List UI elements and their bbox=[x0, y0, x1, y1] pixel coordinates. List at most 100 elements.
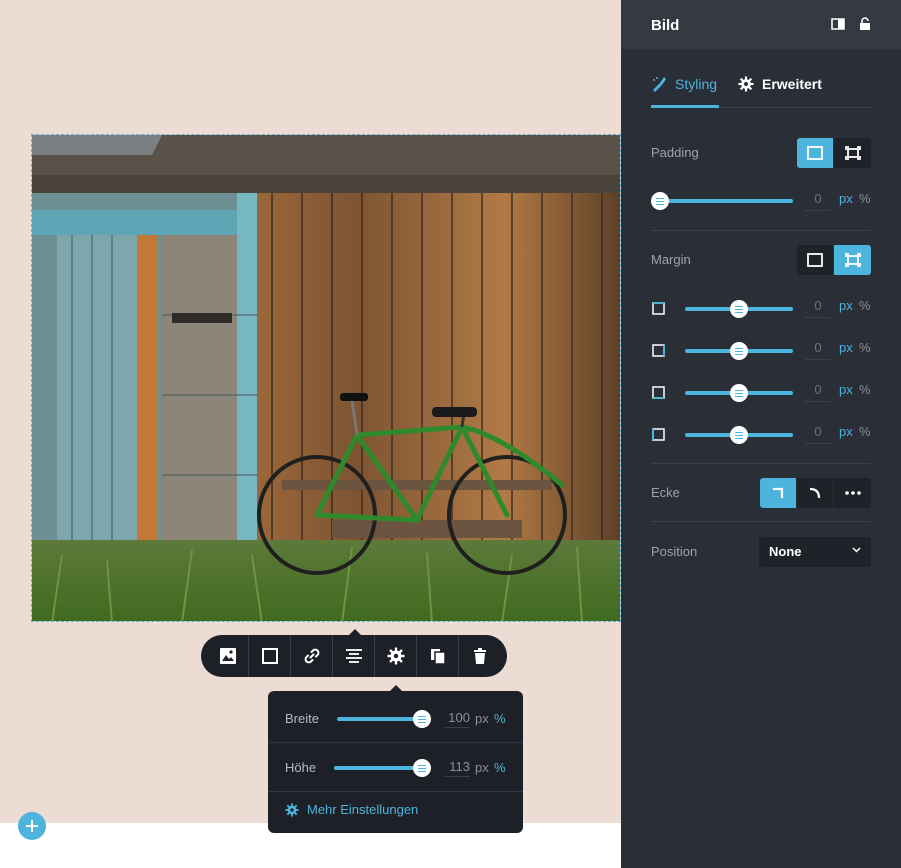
height-unit-percent[interactable]: % bbox=[494, 760, 506, 775]
margin-bottom-unit-percent[interactable]: % bbox=[859, 382, 871, 397]
box-sides-icon bbox=[844, 253, 861, 267]
plus-icon bbox=[26, 820, 38, 832]
link-button[interactable] bbox=[291, 635, 333, 677]
width-label: Breite bbox=[285, 711, 319, 726]
panel-header: Bild bbox=[621, 0, 901, 49]
box-sides-icon bbox=[844, 146, 861, 160]
height-slider[interactable] bbox=[334, 766, 424, 770]
margin-left-unit-percent[interactable]: % bbox=[859, 424, 871, 439]
margin-top-unit-px[interactable]: px bbox=[839, 298, 853, 313]
margin-bottom-unit-px[interactable]: px bbox=[839, 382, 853, 397]
height-unit-px[interactable]: px bbox=[475, 760, 489, 775]
selected-image[interactable] bbox=[31, 134, 621, 622]
gear-icon bbox=[738, 76, 754, 92]
margin-bottom-value[interactable]: 0 bbox=[805, 382, 831, 402]
tab-advanced[interactable]: Erweitert bbox=[738, 76, 822, 108]
tab-styling-label: Styling bbox=[675, 76, 718, 92]
link-icon bbox=[304, 648, 319, 664]
trash-icon bbox=[474, 648, 486, 664]
border-icon bbox=[261, 648, 278, 664]
margin-top-value[interactable]: 0 bbox=[805, 298, 831, 318]
padding-unit-percent[interactable]: % bbox=[859, 191, 871, 206]
margin-right-slider-handle[interactable] bbox=[730, 342, 748, 360]
position-selected-value: None bbox=[769, 544, 802, 559]
margin-label: Margin bbox=[651, 252, 691, 267]
divider bbox=[651, 521, 871, 522]
width-slider-handle[interactable] bbox=[413, 710, 431, 728]
position-label: Position bbox=[651, 544, 698, 559]
margin-right-value[interactable]: 0 bbox=[805, 340, 831, 360]
padding-value[interactable]: 0 bbox=[805, 191, 831, 211]
padding-slider-handle[interactable] bbox=[651, 192, 669, 210]
size-popup: Breite 100 px % Höhe 113 px % Mehr Einst… bbox=[268, 691, 523, 833]
margin-left-unit-px[interactable]: px bbox=[839, 424, 853, 439]
duplicate-button[interactable] bbox=[417, 635, 459, 677]
gear-icon bbox=[285, 802, 299, 817]
box-all-icon bbox=[807, 253, 823, 267]
padding-mode-toggle bbox=[797, 138, 871, 168]
margin-top-unit-percent[interactable]: % bbox=[859, 298, 871, 313]
unlock-icon[interactable] bbox=[858, 17, 872, 31]
margin-left-slider-handle[interactable] bbox=[730, 426, 748, 444]
height-slider-handle[interactable] bbox=[413, 759, 431, 777]
more-dots-icon bbox=[844, 491, 861, 495]
delete-button[interactable] bbox=[459, 635, 501, 677]
align-center-icon bbox=[345, 649, 362, 663]
margin-all-button[interactable] bbox=[797, 245, 834, 275]
border-button[interactable] bbox=[249, 635, 291, 677]
chevron-down-icon bbox=[852, 547, 861, 553]
height-label: Höhe bbox=[285, 760, 317, 775]
width-row: Breite 100 px % bbox=[268, 693, 523, 743]
image-toolbar bbox=[201, 635, 507, 677]
divider bbox=[651, 463, 871, 464]
corner-rounded-button[interactable] bbox=[797, 478, 834, 508]
copy-icon bbox=[430, 649, 446, 665]
replace-image-button[interactable] bbox=[207, 635, 249, 677]
padding-individual-button[interactable] bbox=[834, 138, 871, 168]
image-icon bbox=[219, 648, 236, 664]
rounded-corner-icon bbox=[809, 487, 821, 499]
width-value[interactable]: 100 bbox=[444, 710, 470, 728]
margin-bottom-icon bbox=[652, 386, 665, 399]
corner-square-button[interactable] bbox=[760, 478, 797, 508]
margin-top-slider-handle[interactable] bbox=[730, 300, 748, 318]
margin-right-unit-percent[interactable]: % bbox=[859, 340, 871, 355]
more-settings-label: Mehr Einstellungen bbox=[307, 802, 419, 817]
corner-more-button[interactable] bbox=[834, 478, 871, 508]
height-row: Höhe 113 px % bbox=[268, 742, 523, 792]
settings-button[interactable] bbox=[375, 635, 417, 677]
width-slider[interactable] bbox=[337, 717, 424, 721]
width-unit-px[interactable]: px bbox=[475, 711, 489, 726]
add-block-button[interactable] bbox=[18, 812, 46, 840]
padding-slider[interactable] bbox=[659, 199, 793, 203]
panel-title: Bild bbox=[651, 17, 680, 34]
tab-advanced-label: Erweitert bbox=[762, 76, 822, 92]
padding-all-button[interactable] bbox=[797, 138, 834, 168]
paint-brush-icon bbox=[653, 77, 666, 92]
corner-style-toggle bbox=[760, 478, 871, 508]
box-all-icon bbox=[807, 146, 823, 160]
padding-label: Padding bbox=[651, 145, 699, 160]
panel-tabs: Styling Erweitert bbox=[651, 76, 871, 108]
margin-top-icon bbox=[652, 302, 665, 315]
tab-styling[interactable]: Styling bbox=[651, 76, 719, 108]
square-corner-icon bbox=[773, 487, 784, 498]
margin-left-value[interactable]: 0 bbox=[805, 424, 831, 444]
margin-left-icon bbox=[652, 428, 665, 441]
align-button[interactable] bbox=[333, 635, 375, 677]
dock-panel-icon[interactable] bbox=[831, 17, 845, 31]
margin-individual-button[interactable] bbox=[834, 245, 871, 275]
margin-right-icon bbox=[652, 344, 665, 357]
width-unit-percent[interactable]: % bbox=[494, 711, 506, 726]
margin-mode-toggle bbox=[797, 245, 871, 275]
margin-bottom-slider-handle[interactable] bbox=[730, 384, 748, 402]
settings-panel: Bild Styling Erweitert Padding 0 px % Ma… bbox=[621, 0, 901, 868]
gear-icon bbox=[387, 647, 404, 665]
padding-unit-px[interactable]: px bbox=[839, 191, 853, 206]
position-select[interactable]: None bbox=[759, 537, 871, 567]
height-value[interactable]: 113 bbox=[444, 759, 470, 777]
corner-label: Ecke bbox=[651, 485, 680, 500]
more-settings-link[interactable]: Mehr Einstellungen bbox=[285, 802, 418, 817]
margin-right-unit-px[interactable]: px bbox=[839, 340, 853, 355]
divider bbox=[651, 230, 871, 231]
